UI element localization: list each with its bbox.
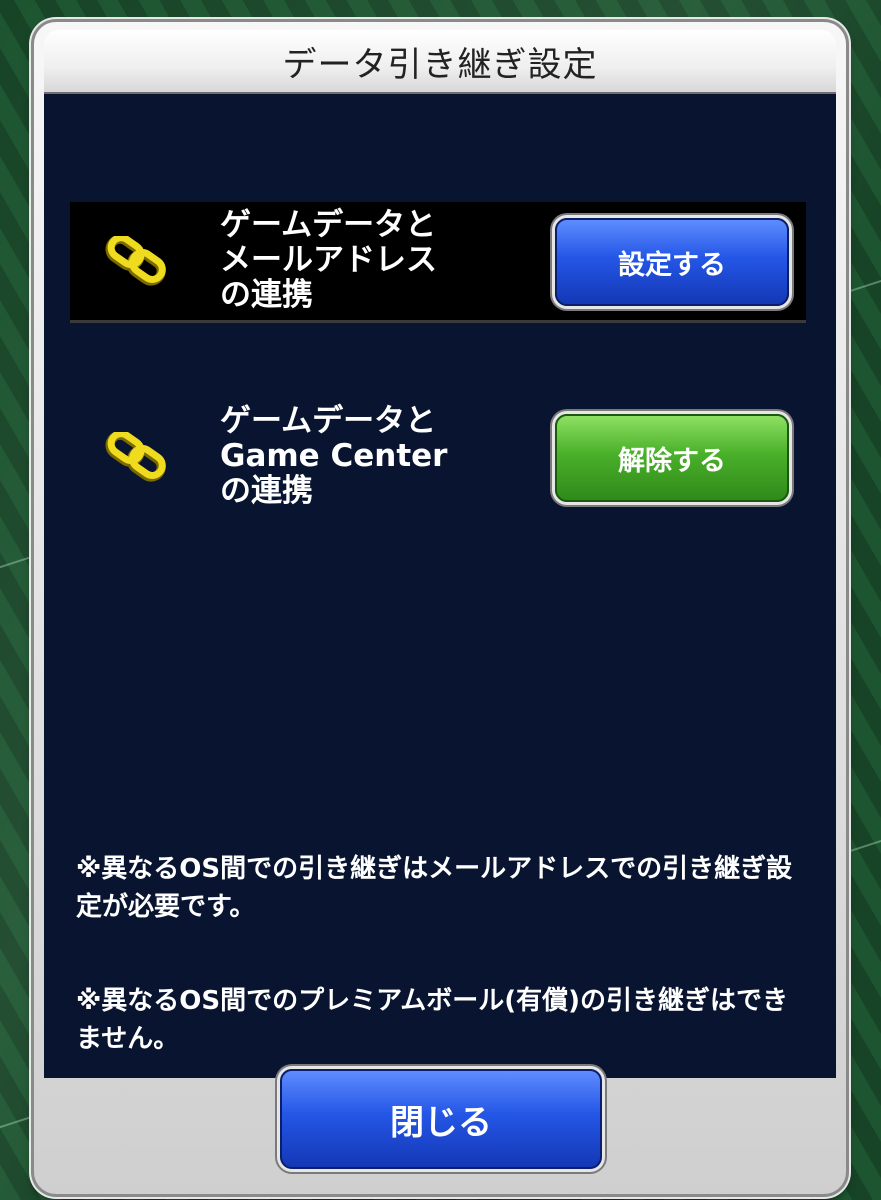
link-row-label: ゲームデータと メールアドレス の連携 bbox=[220, 207, 437, 313]
game-center-unlink-button[interactable]: 解除する bbox=[555, 414, 789, 502]
note-text: ※異なるOS間でのプレミアムボール(有償)の引き継ぎはできません。 bbox=[76, 986, 789, 1054]
link-row-email: ゲームデータと メールアドレス の連携 設定する bbox=[70, 202, 806, 323]
chain-link-icon bbox=[105, 432, 166, 482]
link-row-label: ゲームデータと Game Center の連携 bbox=[220, 403, 448, 509]
dialog-title: データ引き継ぎ設定 bbox=[282, 44, 598, 85]
chain-link-icon bbox=[105, 236, 166, 286]
link-row-game-center: ゲームデータと Game Center の連携 解除する bbox=[70, 398, 806, 516]
email-link-set-button[interactable]: 設定する bbox=[555, 218, 789, 306]
note-text: ※異なるOS間での引き継ぎはメールアドレスでの引き継ぎ設定が必要です。 bbox=[76, 854, 793, 922]
data-transfer-dialog: データ引き継ぎ設定 ゲームデータと メールアドレス の連携 設定する ゲームデー… bbox=[34, 22, 846, 1194]
dialog-content: ゲームデータと メールアドレス の連携 設定する ゲームデータと Game Ce… bbox=[44, 92, 836, 1078]
close-button[interactable]: 閉じる bbox=[280, 1069, 602, 1169]
dialog-title-bar: データ引き継ぎ設定 bbox=[44, 30, 836, 92]
